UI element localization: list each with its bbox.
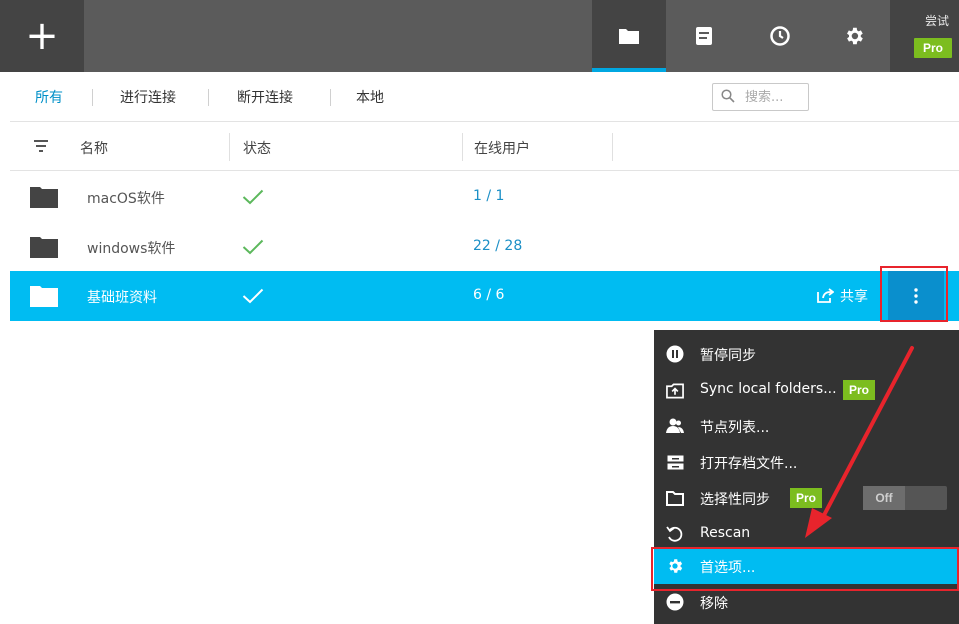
menu-label: Sync local folders... [700, 381, 837, 397]
filter-connected[interactable]: 进行连接 [120, 87, 176, 107]
folder-icon [619, 29, 639, 44]
folder-icon [30, 237, 58, 258]
top-bar: + 尝试 Pro [0, 0, 959, 72]
table-header: 名称 状态 在线用户 [10, 123, 959, 171]
online-users[interactable]: 22 / 28 [473, 238, 522, 254]
search-icon [721, 89, 735, 103]
check-icon [242, 189, 264, 205]
remove-icon [666, 593, 684, 611]
menu-item-peer-list[interactable]: 节点列表... [654, 408, 959, 444]
check-icon [242, 288, 264, 304]
pro-badge: Pro [843, 380, 876, 400]
activity-tab[interactable] [742, 0, 818, 72]
search-input[interactable] [745, 87, 805, 107]
pro-badge: Pro [790, 488, 823, 508]
more-options-button[interactable] [888, 271, 944, 321]
menu-item-sync-local-folders[interactable]: Sync local folders... Pro [654, 372, 959, 408]
add-button[interactable]: + [0, 0, 84, 72]
upload-folder-icon [666, 382, 684, 398]
header-divider [229, 133, 230, 161]
settings-tab[interactable] [818, 0, 890, 72]
folder-outline-icon [666, 490, 684, 506]
menu-label: 节点列表... [700, 420, 770, 436]
sort-icon[interactable] [34, 140, 48, 152]
filter-divider [92, 89, 93, 106]
filter-local[interactable]: 本地 [356, 87, 384, 107]
folder-name: 基础班资料 [87, 290, 157, 306]
trial-label: 尝试 [924, 14, 949, 28]
folder-context-menu: 暂停同步 Sync local folders... Pro 节点列表... 打… [654, 330, 959, 624]
header-online-users[interactable]: 在线用户 [474, 138, 530, 158]
gear-icon [847, 27, 863, 45]
gear-icon [669, 559, 683, 573]
filter-divider [208, 89, 209, 106]
share-label: 共享 [840, 289, 868, 305]
header-divider [462, 133, 463, 161]
rescan-icon [666, 526, 683, 542]
folders-tab[interactable] [592, 0, 666, 72]
filter-bar: 所有 进行连接 断开连接 本地 [10, 72, 959, 122]
toggle-label: Off [863, 486, 905, 510]
filter-all[interactable]: 所有 [35, 87, 63, 107]
table-row[interactable]: windows软件 22 / 28 [10, 222, 959, 272]
table-row-selected[interactable]: 基础班资料 6 / 6 共享 [10, 271, 959, 321]
header-name[interactable]: 名称 [80, 138, 108, 158]
pro-badge[interactable]: Pro [914, 38, 952, 58]
menu-label: 首选项... [700, 560, 756, 576]
trial-area[interactable]: 尝试 Pro [890, 0, 959, 72]
users-icon [666, 418, 684, 433]
menu-item-preferences[interactable]: 首选项... [654, 548, 959, 584]
menu-label: 移除 [700, 596, 728, 612]
online-users[interactable]: 6 / 6 [473, 287, 504, 303]
table-row[interactable]: macOS软件 1 / 1 [10, 172, 959, 222]
folder-name: windows软件 [87, 241, 176, 257]
menu-item-open-archive[interactable]: 打开存档文件... [654, 444, 959, 480]
online-users[interactable]: 1 / 1 [473, 188, 504, 204]
folder-name: macOS软件 [87, 191, 165, 207]
clock-icon [770, 26, 790, 46]
menu-label: 暂停同步 [700, 348, 756, 364]
folder-icon [30, 286, 58, 307]
more-vertical-icon [914, 288, 918, 304]
menu-label: Rescan [700, 525, 751, 541]
pause-icon [666, 345, 684, 363]
menu-item-pause-sync[interactable]: 暂停同步 [654, 336, 959, 372]
menu-item-rescan[interactable]: Rescan [654, 516, 959, 552]
menu-item-selective-sync[interactable]: 选择性同步 Pro Off [654, 480, 959, 516]
archive-icon [667, 455, 683, 469]
selective-sync-toggle[interactable]: Off [863, 486, 947, 510]
share-button[interactable]: 共享 [816, 286, 868, 306]
check-icon [242, 239, 264, 255]
history-tab[interactable] [666, 0, 742, 72]
header-divider [612, 133, 613, 161]
folder-icon [30, 187, 58, 208]
search-box[interactable] [712, 83, 809, 111]
filter-disconnected[interactable]: 断开连接 [237, 87, 293, 107]
share-icon [817, 288, 834, 303]
menu-label: 打开存档文件... [700, 456, 798, 472]
plus-icon: + [25, 13, 59, 59]
menu-item-remove[interactable]: 移除 [654, 584, 959, 620]
menu-label: 选择性同步 [700, 492, 770, 508]
document-icon [696, 27, 712, 45]
header-status[interactable]: 状态 [243, 138, 271, 158]
filter-divider [330, 89, 331, 106]
